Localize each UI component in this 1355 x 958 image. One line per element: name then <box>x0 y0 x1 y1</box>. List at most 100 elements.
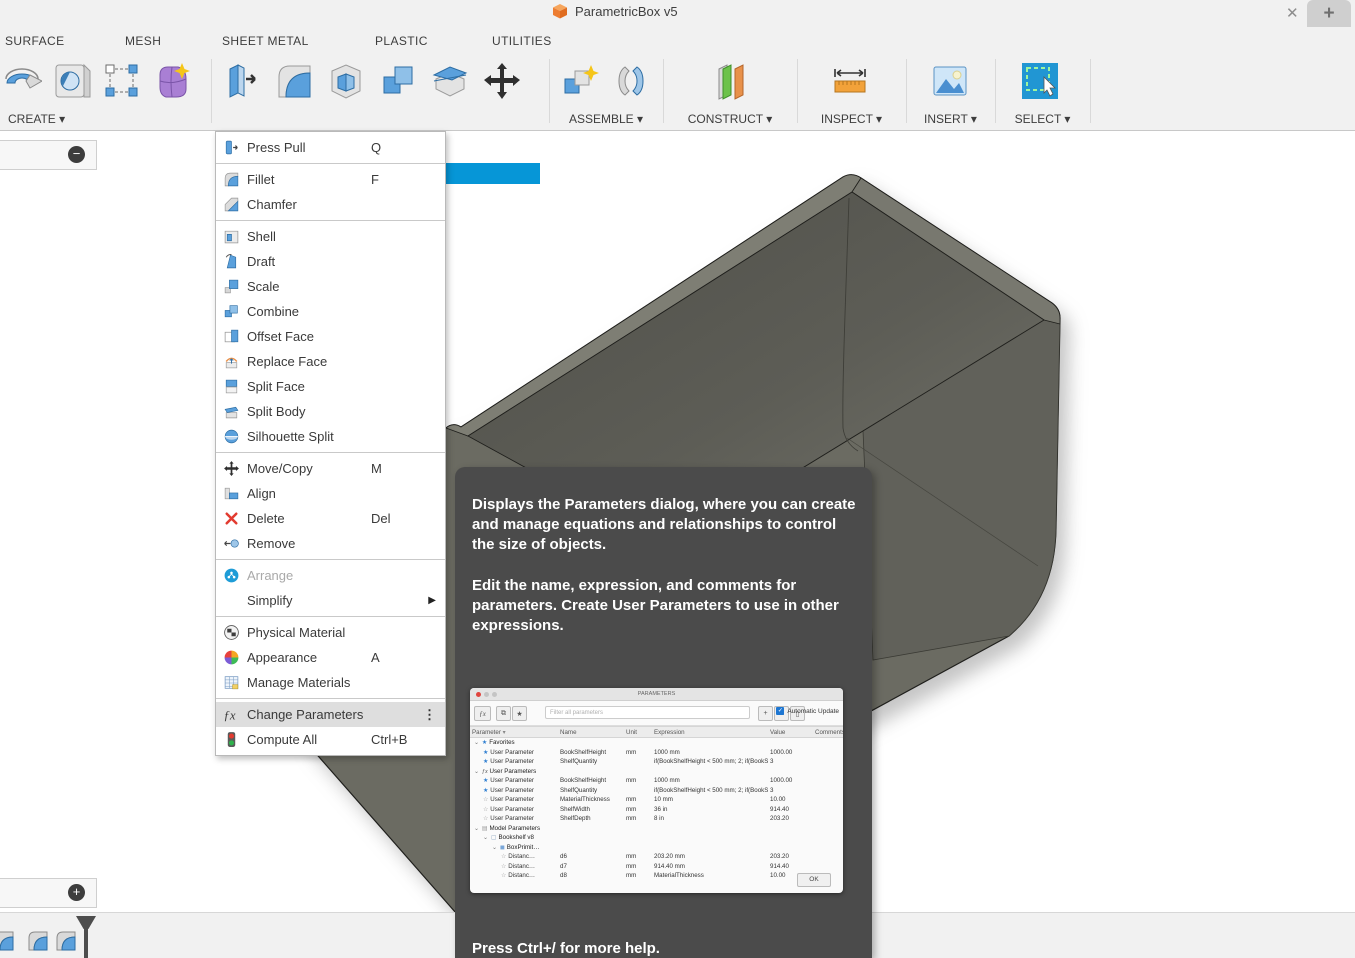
menu-item-label: Split Face <box>247 379 305 394</box>
favorites-filter-button: ★ <box>512 706 527 721</box>
combine-icon <box>223 303 242 320</box>
tab-mesh[interactable]: MESH <box>125 34 161 48</box>
no-icon <box>223 592 242 609</box>
split-body-icon[interactable] <box>430 61 470 101</box>
parameter-row[interactable]: ☆ User ParameterShelfDepthmm8 in203.20 <box>470 814 843 824</box>
parameter-row[interactable]: ☆ Distanc…d6mm203.20 mm203.20 <box>470 852 843 862</box>
menu-item-physical-material[interactable]: Physical Material <box>216 620 445 645</box>
add-parameter-button: + <box>758 706 773 721</box>
submenu-arrow-icon: ▶ <box>428 595 436 606</box>
tab-utilities[interactable]: UTILITIES <box>492 34 552 48</box>
insert-dropdown[interactable]: INSERT ▾ <box>924 112 977 126</box>
menu-item-scale[interactable]: Scale <box>216 274 445 299</box>
close-document-icon[interactable]: ✕ <box>1286 4 1299 22</box>
svg-text:ƒx: ƒx <box>224 708 236 722</box>
menu-item-label: Simplify <box>247 593 293 608</box>
tab-plastic[interactable]: PLASTIC <box>375 34 428 48</box>
menu-item-chamfer[interactable]: Chamfer <box>216 192 445 217</box>
menu-item-manage-materials[interactable]: Manage Materials <box>216 670 445 695</box>
parameter-group-row[interactable]: ⌄ ★ Favorites <box>470 738 843 748</box>
menu-item-move-copy[interactable]: Move/CopyM <box>216 456 445 481</box>
press-pull-icon[interactable] <box>222 61 262 101</box>
menu-item-label: Offset Face <box>247 329 314 344</box>
parameter-group-row[interactable]: ⌄ ▤ Model Parameters <box>470 824 843 834</box>
parameter-row[interactable]: ☆ Distanc…d7mm914.40 mm914.40 <box>470 862 843 872</box>
toolbar-group-create: CREATE ▾ <box>0 55 211 130</box>
expand-panel-button[interactable]: + <box>68 884 85 901</box>
menu-item-fillet[interactable]: FilletF <box>216 167 445 192</box>
menu-item-label: Fillet <box>247 172 274 187</box>
timeline-feature-fillet-icon[interactable] <box>54 929 78 953</box>
inspect-dropdown[interactable]: INSPECT ▾ <box>821 112 882 126</box>
construct-plane-icon[interactable] <box>711 61 751 101</box>
menu-item-label: Scale <box>247 279 280 294</box>
menu-item-compute-all[interactable]: Compute AllCtrl+B <box>216 727 445 752</box>
parameter-row[interactable]: ★ User ParameterBookShelfHeightmm1000 mm… <box>470 748 843 758</box>
menu-item-shell[interactable]: Shell <box>216 224 445 249</box>
joint-icon[interactable] <box>611 61 651 101</box>
parameter-row[interactable]: ★ User ParameterShelfQuantityif(BookShel… <box>470 757 843 767</box>
split-body-icon <box>223 403 242 420</box>
construct-dropdown[interactable]: CONSTRUCT ▾ <box>688 112 772 126</box>
insert-image-icon[interactable] <box>930 61 970 101</box>
menu-item-appearance[interactable]: Appearance A <box>216 645 445 670</box>
parameter-row[interactable]: ☆ User ParameterShelfWidthmm36 in914.40 <box>470 805 843 815</box>
move-icon[interactable] <box>482 61 522 101</box>
tab-sheet-metal[interactable]: SHEET METAL <box>222 34 309 48</box>
menu-item-arrange[interactable]: Arrange <box>216 563 445 588</box>
menu-item-label: Move/Copy <box>247 461 313 476</box>
menu-item-change-parameters[interactable]: ƒxChange Parameters⋮ <box>216 702 445 727</box>
fillet-icon[interactable] <box>274 61 314 101</box>
hole-icon[interactable] <box>52 61 92 101</box>
document-tab[interactable]: ParametricBox v5 <box>552 3 678 19</box>
parameters-dialog-preview: PARAMETERS ƒx ⧉ ★ Filter all parameters … <box>470 688 843 893</box>
timeline-playhead[interactable] <box>84 927 88 958</box>
assemble-dropdown[interactable]: ASSEMBLE ▾ <box>569 112 643 126</box>
menu-item-label: Appearance <box>247 650 317 665</box>
toolbar-group-modify <box>211 55 549 130</box>
menu-item-combine[interactable]: Combine <box>216 299 445 324</box>
new-component-icon[interactable] <box>561 61 601 101</box>
parameter-row[interactable]: ☆ Distanc…d8mmMaterialThickness10.00 <box>470 871 843 881</box>
parameter-group-row[interactable]: ⌄ ◼ BoxPrimit… <box>470 843 843 853</box>
menu-item-label: Press Pull <box>247 140 306 155</box>
rectangular-pattern-icon[interactable] <box>102 61 142 101</box>
parameter-group-row[interactable]: ⌄ ▢ Bookshelf v8 <box>470 833 843 843</box>
menu-item-split-face[interactable]: Split Face <box>216 374 445 399</box>
menu-item-simplify[interactable]: Simplify ▶ <box>216 588 445 613</box>
menu-item-split-body[interactable]: Split Body <box>216 399 445 424</box>
menu-item-replace-face[interactable]: Replace Face <box>216 349 445 374</box>
menu-item-remove[interactable]: Remove <box>216 531 445 556</box>
parameter-row[interactable]: ★ User ParameterBookShelfHeightmm1000 mm… <box>470 776 843 786</box>
collapse-browser-button[interactable]: − <box>68 146 85 163</box>
new-document-tab-button[interactable]: + <box>1307 0 1351 27</box>
tab-surface[interactable]: SURFACE <box>5 34 64 48</box>
menu-item-delete[interactable]: DeleteDel <box>216 506 445 531</box>
menu-item-align[interactable]: Align <box>216 481 445 506</box>
select-icon[interactable] <box>1020 61 1060 101</box>
parameter-row[interactable]: ★ User ParameterShelfQuantityif(BookShel… <box>470 786 843 796</box>
menu-item-silhouette-split[interactable]: Silhouette Split <box>216 424 445 449</box>
overflow-dots-icon[interactable]: ⋮ <box>423 707 436 723</box>
parameter-row[interactable]: ☆ User ParameterMaterialThicknessmm10 mm… <box>470 795 843 805</box>
toolbar-group-construct: CONSTRUCT ▾ <box>663 55 797 130</box>
menu-item-offset-face[interactable]: Offset Face <box>216 324 445 349</box>
parameter-group-row[interactable]: ⌄ ƒx User Parameters <box>470 767 843 777</box>
create-form-icon[interactable] <box>152 61 192 101</box>
menu-item-draft[interactable]: Draft <box>216 249 445 274</box>
menu-separator <box>216 452 445 453</box>
modify-menu: Press PullQ FilletFChamfer ShellDraft Scale… <box>215 131 446 756</box>
preview-toolbar: ƒx ⧉ ★ Filter all parameters + ⧉ ▯ ✓ Aut… <box>470 701 843 726</box>
select-dropdown[interactable]: SELECT ▾ <box>1015 112 1071 126</box>
column-comments: Comments <box>813 727 843 738</box>
revolve-icon[interactable] <box>2 61 42 101</box>
menu-item-shortcut: A <box>371 650 380 665</box>
timeline-feature-fillet-icon[interactable] <box>26 929 50 953</box>
menu-item-press-pull[interactable]: Press PullQ <box>216 135 445 160</box>
measure-icon[interactable] <box>830 61 870 101</box>
shell-icon[interactable] <box>326 61 366 101</box>
timeline-feature-fillet-icon[interactable] <box>0 929 16 953</box>
create-dropdown[interactable]: CREATE ▾ <box>8 112 65 126</box>
combine-icon[interactable] <box>378 61 418 101</box>
shell-icon <box>223 228 242 245</box>
